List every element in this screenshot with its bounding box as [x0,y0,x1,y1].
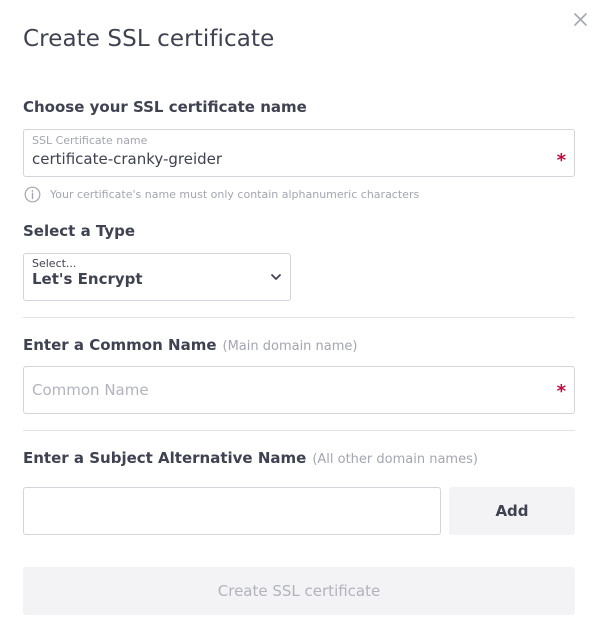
san-input[interactable] [23,487,441,535]
type-select[interactable]: Select... Let's Encrypt [23,253,291,301]
close-icon [574,13,587,26]
dialog-title: Create SSL certificate [23,26,275,52]
create-ssl-dialog: Create SSL certificate Choose your SSL c… [0,0,600,632]
type-select-label: Select... [32,257,77,270]
common-name-placeholder: Common Name [32,381,149,399]
san-label-text: Enter a Subject Alternative Name [23,449,307,467]
help-text: Your certificate's name must only contai… [50,188,420,201]
create-ssl-certificate-button[interactable]: Create SSL certificate [23,567,575,615]
type-section-label: Select a Type [23,222,136,240]
divider [23,430,575,431]
add-san-button[interactable]: Add [449,487,575,535]
certificate-name-label: SSL Certificate name [32,134,148,147]
certificate-name-help: Your certificate's name must only contai… [24,186,419,203]
info-icon [24,186,41,203]
san-hint: (All other domain names) [312,452,478,467]
type-select-value: Let's Encrypt [32,270,143,288]
san-label: Enter a Subject Alternative Name (All oth… [23,449,478,467]
divider [23,317,575,318]
name-section-label: Choose your SSL certificate name [23,98,307,116]
required-indicator: * [556,381,566,402]
certificate-name-value: certificate-cranky-greider [32,150,223,168]
chevron-down-icon [271,274,281,280]
common-name-input[interactable]: Common Name * [23,366,575,414]
common-name-hint: (Main domain name) [222,339,358,354]
common-name-label: Enter a Common Name (Main domain name) [23,336,358,354]
required-indicator: * [556,150,566,171]
common-name-label-text: Enter a Common Name [23,336,217,354]
certificate-name-field[interactable]: SSL Certificate name certificate-cranky-… [23,129,575,177]
close-button[interactable] [572,11,589,28]
